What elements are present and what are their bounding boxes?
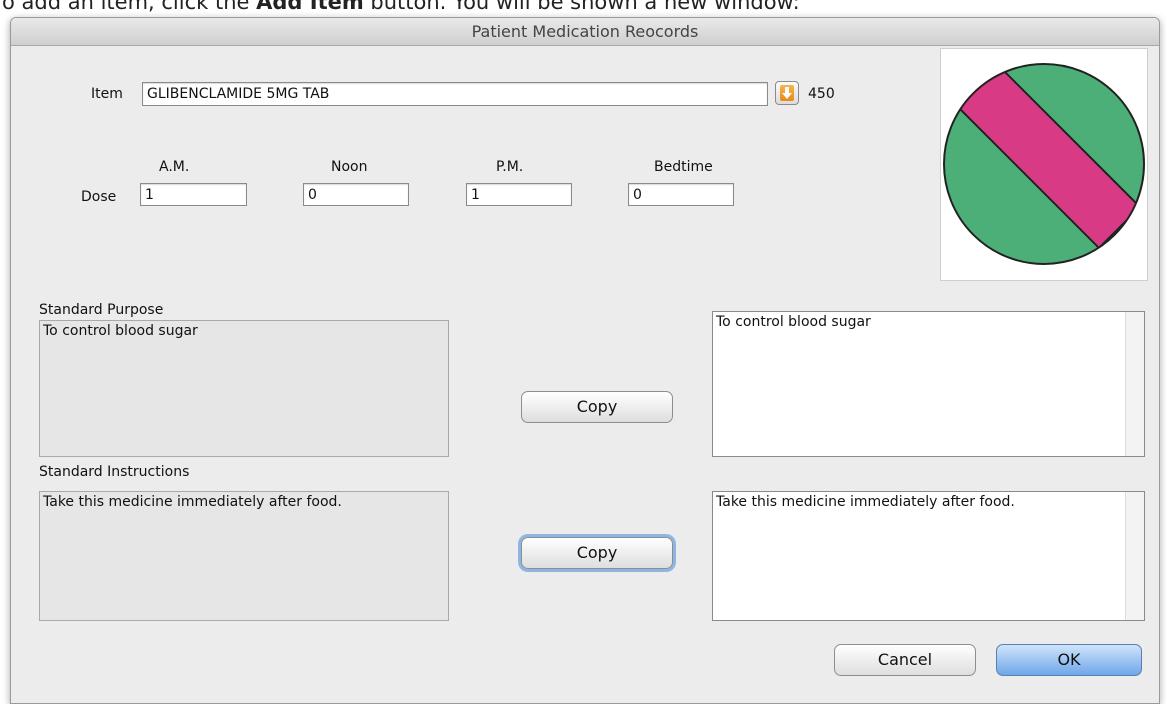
cancel-button[interactable]: Cancel (834, 644, 976, 676)
dose-am-label: A.M. (159, 159, 190, 175)
standard-instructions-value: Take this medicine immediately after foo… (43, 494, 342, 510)
patient-purpose-textarea[interactable]: To control blood sugar (712, 311, 1145, 457)
standard-instructions-label: Standard Instructions (39, 464, 190, 480)
standard-purpose-label: Standard Purpose (39, 302, 164, 318)
standard-instructions-text: Take this medicine immediately after foo… (39, 491, 449, 621)
pill-image-box (940, 48, 1148, 281)
patient-instructions-value: Take this medicine immediately after foo… (716, 494, 1015, 510)
purpose-scrollbar[interactable] (1125, 312, 1144, 456)
document-instruction-text: o add an item, click the Add Item button… (0, 0, 1166, 17)
standard-purpose-text: To control blood sugar (39, 320, 449, 457)
ok-button[interactable]: OK (996, 644, 1142, 676)
doc-text-bold: Add Item (256, 0, 364, 14)
dose-noon-label: Noon (331, 159, 368, 175)
standard-purpose-value: To control blood sugar (43, 323, 198, 339)
dose-noon-field[interactable]: 0 (303, 183, 409, 206)
copy-instructions-button[interactable]: Copy (521, 537, 673, 569)
dose-bedtime-label: Bedtime (654, 159, 713, 175)
item-label: Item (91, 86, 123, 102)
item-lookup-button[interactable] (775, 81, 799, 105)
item-field[interactable]: GLIBENCLAMIDE 5MG TAB (142, 82, 768, 106)
patient-instructions-textarea[interactable]: Take this medicine immediately after foo… (712, 491, 1145, 621)
doc-text-prefix: o add an item, click the (2, 0, 257, 14)
dose-pm-label: P.M. (496, 159, 524, 175)
patient-purpose-value: To control blood sugar (716, 314, 871, 330)
dose-pm-field[interactable]: 1 (466, 183, 572, 206)
copy-purpose-button[interactable]: Copy (521, 391, 673, 423)
instructions-scrollbar[interactable] (1125, 492, 1144, 620)
pill-icon (943, 63, 1145, 265)
dose-bedtime-field[interactable]: 0 (628, 183, 734, 206)
window-title: Patient Medication Reocords (11, 18, 1159, 46)
dose-label: Dose (81, 189, 117, 205)
item-code: 450 (808, 86, 835, 102)
down-arrow-icon (780, 85, 794, 101)
doc-text-suffix: button. You will be shown a new window: (363, 0, 800, 14)
medication-dialog: Patient Medication Reocords Item GLIBENC… (10, 17, 1160, 704)
dose-am-field[interactable]: 1 (140, 183, 247, 206)
